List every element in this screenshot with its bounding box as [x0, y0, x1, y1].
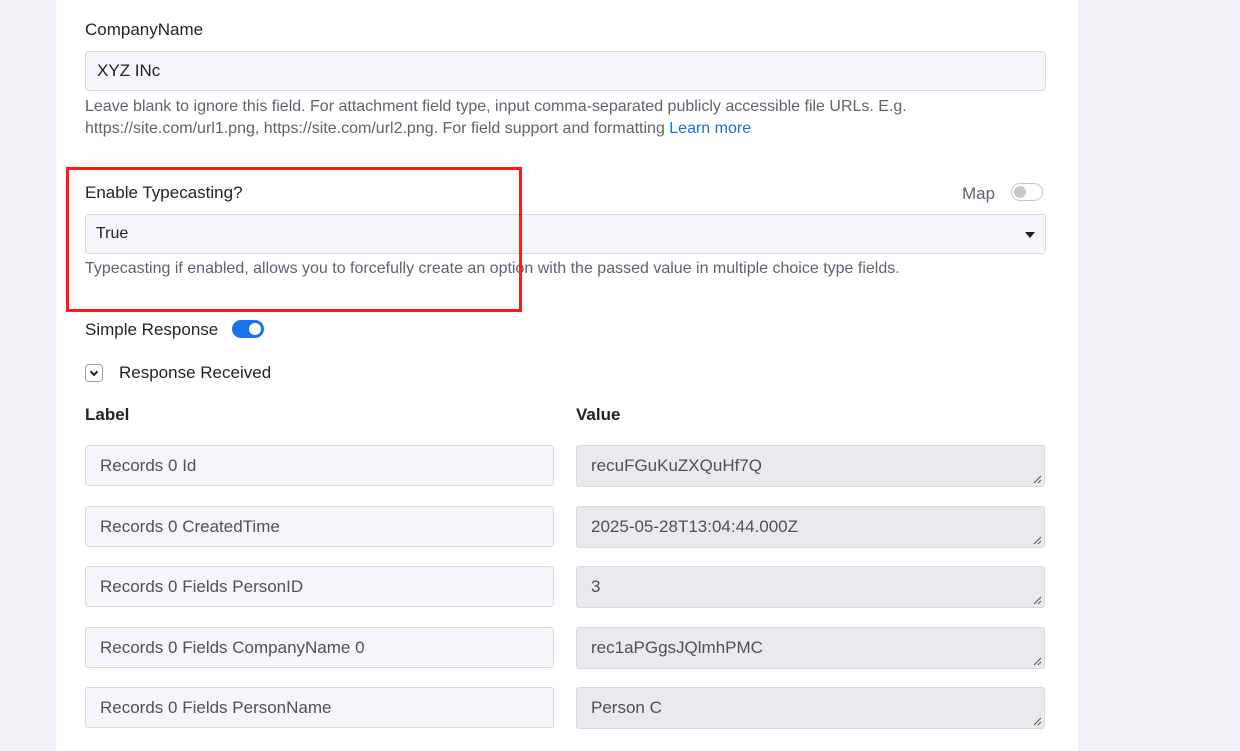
response-label-text: Records 0 Fields PersonID [100, 576, 304, 596]
company-name-help-text: https://site.com/url1.png, https://site.… [85, 120, 670, 137]
response-label-field[interactable]: Records 0 Fields CompanyName 0 [85, 627, 554, 668]
response-value-text: rec1aPGgsJQlmhPMC [591, 638, 763, 657]
resize-grip-icon[interactable] [1032, 595, 1042, 605]
response-value-field[interactable]: 2025-05-28T13:04:44.000Z [576, 506, 1045, 548]
response-label-text: Records 0 Id [100, 455, 197, 475]
map-label: Map [962, 184, 996, 203]
response-label-text: Records 0 CreatedTime [100, 516, 280, 536]
response-label-field[interactable]: Records 0 Id [85, 445, 554, 486]
map-toggle-knob [1014, 186, 1026, 198]
response-label-text: Records 0 Fields CompanyName 0 [100, 637, 365, 657]
typecasting-select[interactable]: True [85, 214, 1046, 254]
response-received-collapse-toggle[interactable] [85, 364, 103, 382]
response-value-field[interactable]: Person C [576, 687, 1045, 729]
resize-grip-icon[interactable] [1032, 474, 1042, 484]
label-column-header: Label [85, 405, 130, 424]
typecasting-selected-value: True [96, 225, 129, 242]
company-name-label: CompanyName [85, 20, 204, 39]
caret-down-icon [1025, 232, 1035, 238]
response-value-field[interactable]: recuFGuKuZXQuHf7Q [576, 445, 1045, 487]
response-label-field[interactable]: Records 0 CreatedTime [85, 506, 554, 547]
company-name-help-line2: https://site.com/url1.png, https://site.… [85, 118, 1045, 140]
simple-response-toggle[interactable] [232, 320, 264, 338]
resize-grip-icon[interactable] [1032, 535, 1042, 545]
response-value-text: Person C [591, 698, 662, 717]
resize-grip-icon[interactable] [1032, 656, 1042, 666]
response-received-label: Response Received [119, 363, 272, 382]
response-value-text: 3 [591, 577, 601, 596]
map-toggle[interactable] [1011, 183, 1043, 201]
simple-response-label: Simple Response [85, 320, 219, 339]
typecasting-help: Typecasting if enabled, allows you to fo… [85, 260, 900, 277]
company-name-value: XYZ INc [97, 61, 161, 80]
company-name-help-line1: Leave blank to ignore this field. For at… [85, 98, 907, 115]
response-label-field[interactable]: Records 0 Fields PersonName [85, 687, 554, 728]
company-name-input[interactable]: XYZ INc [85, 51, 1046, 91]
typecasting-label: Enable Typecasting? [85, 183, 243, 202]
value-column-header: Value [576, 405, 621, 424]
response-value-field[interactable]: rec1aPGgsJQlmhPMC [576, 627, 1045, 669]
response-label-field[interactable]: Records 0 Fields PersonID [85, 566, 554, 607]
response-label-text: Records 0 Fields PersonName [100, 697, 332, 717]
company-name-help: Leave blank to ignore this field. For at… [85, 96, 1045, 140]
response-value-text: 2025-05-28T13:04:44.000Z [591, 517, 798, 536]
response-value-text: recuFGuKuZXQuHf7Q [591, 456, 763, 475]
simple-response-toggle-knob [249, 323, 261, 335]
response-value-field[interactable]: 3 [576, 566, 1045, 608]
learn-more-link[interactable]: Learn more [669, 120, 751, 137]
chevron-down-icon [89, 367, 99, 376]
resize-grip-icon[interactable] [1032, 716, 1042, 726]
